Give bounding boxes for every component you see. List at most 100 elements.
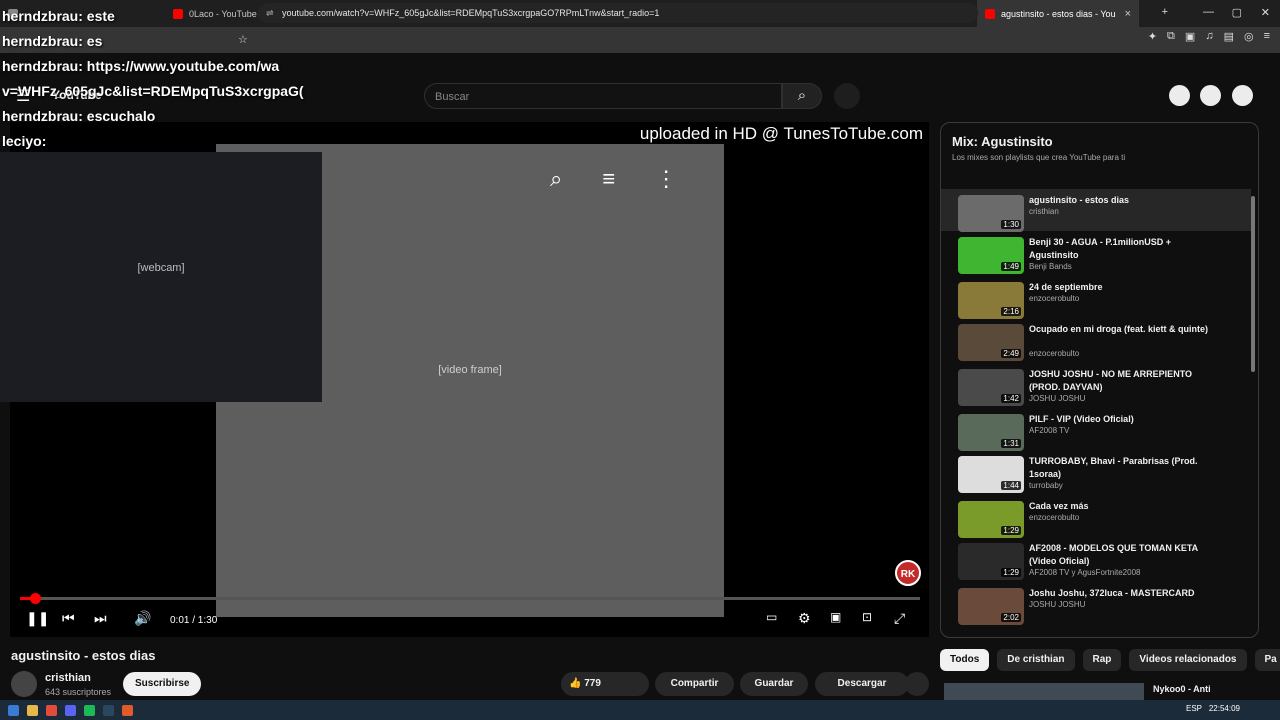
related-chips: Todos De cristhian Rap Videos relacionados P…: [940, 649, 1280, 671]
puzzle-icon[interactable]: ⧉: [1167, 30, 1175, 43]
mix-list-item[interactable]: 1:44 TURROBABY, Bhavi - Parabrisas (Prod.…: [941, 450, 1251, 495]
search-input[interactable]: Buscar: [424, 83, 782, 109]
mix-scrollbar[interactable]: [1251, 196, 1255, 372]
video-thumbnail: 1:30: [958, 195, 1024, 232]
spotify-icon[interactable]: [84, 704, 95, 716]
next-icon[interactable]: ⏭: [94, 610, 107, 627]
obs-icon[interactable]: [122, 704, 133, 716]
more-actions-button[interactable]: [905, 672, 929, 696]
wallet-icon[interactable]: ▤: [1224, 30, 1234, 43]
voice-search-button[interactable]: [834, 83, 860, 109]
mix-list-item[interactable]: 1:49 Benji 30 - AGUA - P.1milionUSD + Agu…: [941, 231, 1251, 276]
mix-list-item[interactable]: 1:29 Cada vez más enzocerobulto: [941, 495, 1251, 538]
cast-icon[interactable]: ⊡: [862, 610, 872, 624]
clock[interactable]: 22:54:09: [1209, 704, 1240, 713]
maximize-icon[interactable]: ▢: [1232, 6, 1242, 19]
browser-icon[interactable]: [46, 704, 57, 716]
fullscreen-icon[interactable]: ⤢: [894, 610, 905, 627]
chat-separator: :: [41, 133, 47, 149]
mix-item-title: Ocupado en mi droga (feat. kiett & quint…: [1029, 324, 1209, 334]
mix-list-item[interactable]: 2:02 Joshu Joshu, 372luca - MASTERCARD JOS…: [941, 582, 1251, 625]
browser-tab[interactable]: agustinsito - estos dias - You ×: [977, 0, 1139, 27]
filter-chip[interactable]: Pa: [1254, 649, 1280, 671]
mix-list-item[interactable]: 1:42 JOSHU JOSHU - NO ME ARREPIENTO (PROD…: [941, 363, 1251, 408]
duration-badge: 1:49: [1001, 262, 1021, 271]
like-button[interactable]: 👍 779: [561, 672, 649, 696]
mix-list-item[interactable]: 1:29 AF2008 - MODELOS QUE TOMAN KETA (Vid…: [941, 537, 1251, 582]
thumbs-up-icon: 👍: [569, 678, 582, 689]
create-button[interactable]: [1169, 85, 1190, 106]
language-indicator[interactable]: ESP: [1186, 704, 1202, 713]
channel-name[interactable]: cristhian: [45, 672, 91, 684]
channel-watermark[interactable]: RK: [895, 560, 921, 586]
filter-chip[interactable]: Rap: [1082, 649, 1122, 671]
mix-item-title: PILF - VIP (Video Oficial): [1029, 414, 1134, 424]
video-overlay-text: uploaded in HD @ TunesToTube.com: [639, 124, 923, 143]
mix-item-title: agustinsito - estos dias: [1029, 195, 1130, 205]
chat-separator: :: [78, 33, 87, 49]
filter-chip[interactable]: Videos relacionados: [1129, 649, 1247, 671]
mix-subtitle: Los mixes son playlists que crea YouTube…: [952, 153, 1126, 162]
mix-title: Mix: Agustinsito: [952, 134, 1053, 149]
scrubber-handle[interactable]: [30, 593, 41, 604]
minimize-icon[interactable]: —: [1203, 6, 1214, 18]
previous-icon[interactable]: ⏮: [62, 610, 75, 627]
chat-text: escuchalo: [86, 108, 156, 124]
mix-item-channel: Benji Bands: [1029, 262, 1072, 271]
next-video-title[interactable]: Nykoo0 - Anti: [1153, 684, 1211, 694]
mix-item-channel: JOSHU JOSHU: [1029, 600, 1086, 609]
chat-username: herndzbrau: [2, 58, 79, 74]
extension-icon[interactable]: ✦: [1148, 30, 1157, 43]
pause-icon[interactable]: ❚❚: [26, 610, 49, 627]
subscribe-button[interactable]: Suscribirse: [123, 672, 202, 696]
volume-icon[interactable]: 🔊: [134, 610, 151, 627]
mix-list-item[interactable]: 1:31 PILF - VIP (Video Oficial) AF2008 TV: [941, 408, 1251, 451]
close-window-icon[interactable]: ✕: [1261, 6, 1270, 19]
url-text: youtube.com/watch?v=WHFz_605gJc&list=RDE…: [282, 8, 660, 18]
filter-chip[interactable]: De cristhian: [997, 649, 1075, 671]
chat-message: v=WHFz_605gJc&list=RDEMpqTuS3xcrgpaG(: [2, 79, 304, 104]
music-icon[interactable]: ♫: [1205, 30, 1213, 43]
filter-chip[interactable]: Todos: [940, 649, 990, 671]
url-field[interactable]: ⇌ youtube.com/watch?v=WHFz_605gJc&list=R…: [258, 3, 978, 23]
mix-item-channel: AF2008 TV: [1029, 426, 1070, 435]
chat-username: herndzbrau: [2, 33, 79, 49]
mix-list-item[interactable]: 1:30 agustinsito - estos dias cristhian: [941, 189, 1251, 232]
download-button[interactable]: Descargar: [815, 672, 909, 696]
chat-separator: :: [78, 58, 87, 74]
mix-list-item[interactable]: 2:49 Ocupado en mi droga (feat. kiett & q…: [941, 318, 1251, 363]
search-icon[interactable]: ⌕: [550, 166, 562, 192]
miniplayer-icon[interactable]: ▣: [830, 610, 841, 624]
share-button[interactable]: Compartir: [655, 672, 734, 696]
settings-icon[interactable]: ⚙: [798, 610, 811, 627]
subtitles-icon[interactable]: ▭: [766, 610, 777, 624]
notifications-button[interactable]: [1200, 85, 1221, 106]
video-thumbnail: 1:49: [958, 237, 1024, 274]
save-button[interactable]: Guardar: [740, 672, 808, 696]
channel-avatar[interactable]: [11, 671, 37, 697]
mix-item-title: Joshu Joshu, 372luca - MASTERCARD: [1029, 588, 1195, 598]
profile-icon[interactable]: ◎: [1244, 30, 1254, 43]
menu-icon[interactable]: ≡: [1264, 30, 1270, 43]
more-vert-icon[interactable]: ⋮: [655, 166, 677, 192]
new-tab-button[interactable]: +: [1162, 6, 1168, 18]
chat-text: es: [86, 33, 103, 49]
queue-icon[interactable]: ≡: [602, 166, 615, 192]
close-tab-icon[interactable]: ×: [1125, 8, 1131, 20]
webcam-overlay: [webcam]: [0, 152, 322, 402]
duration-badge: 1:29: [1001, 526, 1021, 535]
steam-icon[interactable]: [103, 704, 114, 716]
mix-item-channel: enzocerobulto: [1029, 294, 1080, 303]
tab-favicon-icon: [985, 8, 995, 19]
account-avatar[interactable]: [1232, 85, 1253, 106]
search-button[interactable]: ⌕: [782, 83, 822, 109]
discord-icon[interactable]: [65, 704, 76, 716]
mix-item-channel: enzocerobulto: [1029, 513, 1080, 522]
folder-icon[interactable]: [27, 704, 38, 716]
tab-label: agustinsito - estos dias - You: [1001, 8, 1116, 19]
progress-bar[interactable]: [20, 593, 920, 604]
start-icon[interactable]: [8, 704, 19, 716]
mix-item-title: 24 de septiembre: [1029, 282, 1103, 292]
mix-list-item[interactable]: 2:16 24 de septiembre enzocerobulto: [941, 276, 1251, 319]
sidebar-icon[interactable]: ▣: [1185, 30, 1195, 43]
